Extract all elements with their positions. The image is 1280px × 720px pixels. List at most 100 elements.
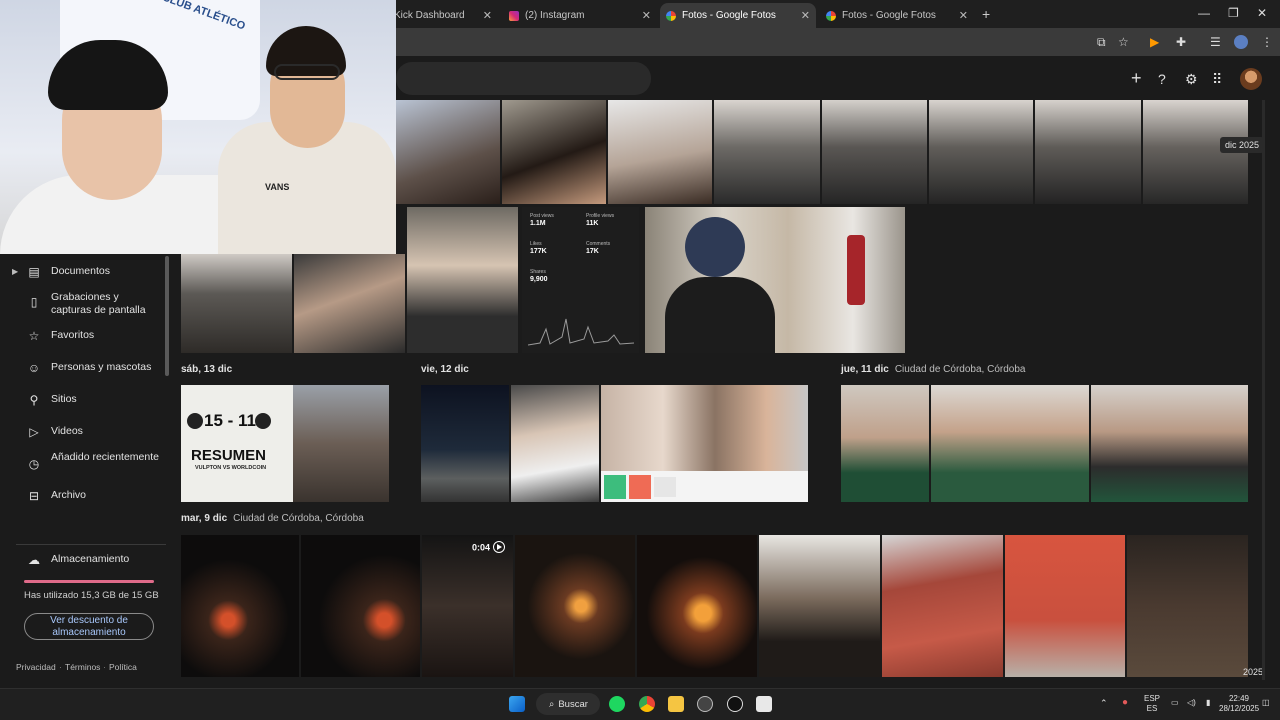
bookmark-star-icon[interactable]: ☆ — [1118, 35, 1129, 49]
section-date-label: vie, 12 dic — [421, 364, 469, 375]
cloud-icon: ☁ — [28, 553, 40, 567]
photo-thumbnail[interactable] — [421, 385, 509, 502]
photo-thumbnail[interactable] — [502, 100, 606, 204]
video-thumbnail[interactable]: 0:04 — [422, 535, 513, 677]
lang-top: ESP — [1144, 694, 1161, 703]
chevron-up-icon[interactable]: ⌃ — [1100, 698, 1108, 708]
storage-usage-text: Has utilizado 15,3 GB de 15 GB — [24, 590, 159, 601]
search-input[interactable] — [396, 62, 651, 95]
capcut-icon[interactable] — [727, 696, 743, 712]
close-tab-icon[interactable]: ✕ — [642, 9, 651, 22]
spotify-icon[interactable] — [609, 696, 625, 712]
stat-likes: Likes 177K — [530, 241, 547, 255]
grid-scrollbar[interactable] — [1262, 100, 1265, 680]
photo-thumbnail[interactable] — [822, 100, 927, 204]
photo-thumbnail[interactable] — [181, 535, 299, 677]
windows-start-icon[interactable] — [509, 696, 525, 712]
notifications-icon[interactable]: ◫ — [1262, 698, 1270, 708]
photo-thumbnail[interactable] — [601, 385, 808, 502]
apps-grid-icon[interactable]: ⠿ — [1212, 71, 1222, 88]
section-date-label: jue, 11 dic Ciudad de Córdoba, Córdoba — [841, 364, 1026, 375]
policy-link[interactable]: Política — [109, 662, 137, 672]
tab-kick-dashboard[interactable]: Kick Dashboard ✕ — [388, 3, 498, 28]
obs-icon[interactable] — [697, 696, 713, 712]
account-avatar[interactable] — [1240, 68, 1262, 90]
privacy-link[interactable]: Privacidad — [16, 662, 56, 672]
search-label: Buscar — [558, 698, 588, 710]
close-tab-icon[interactable]: ✕ — [801, 9, 810, 22]
photo-thumbnail[interactable] — [882, 535, 1003, 677]
photo-thumbnail[interactable] — [181, 254, 292, 353]
google-photos-icon — [666, 10, 676, 21]
tab-google-fotos[interactable]: Fotos - Google Fotos ✕ — [820, 3, 974, 28]
section-date-label: sáb, 13 dic — [181, 364, 233, 375]
photo-thumbnail[interactable] — [931, 385, 1089, 502]
tab-title: (2) Instagram — [525, 10, 585, 21]
face-icon: ☺ — [27, 361, 41, 375]
reading-list-icon[interactable]: ☰ — [1210, 35, 1221, 49]
settings-gear-icon[interactable]: ⚙ — [1185, 71, 1198, 88]
phone-icon: ▯ — [30, 295, 38, 309]
photo-thumbnail[interactable] — [1127, 535, 1248, 677]
photo-thumbnail[interactable] — [1005, 535, 1125, 677]
photo-thumbnail[interactable] — [301, 535, 420, 677]
document-icon: ▤ — [28, 265, 40, 279]
clock-date: 28/12/2025 — [1219, 704, 1260, 713]
photo-thumbnail[interactable] — [929, 100, 1033, 204]
photo-thumbnail[interactable] — [294, 254, 405, 353]
battery-icon[interactable]: ▮ — [1206, 698, 1210, 708]
photo-thumbnail[interactable] — [637, 535, 757, 677]
sidebar-item-label: Favoritos — [51, 329, 95, 341]
help-icon[interactable]: ? — [1158, 71, 1166, 87]
notepad-icon[interactable] — [756, 696, 772, 712]
photo-thumbnail[interactable] — [511, 385, 599, 502]
photo-thumbnail[interactable] — [1035, 100, 1141, 204]
resumen-thumbnail[interactable]: 15 - 11 RESUMEN VULPTON VS WORLDCOIN — [181, 385, 389, 502]
year-scrubber-badge: dic 2025 — [1220, 137, 1265, 153]
terms-link[interactable]: Términos — [65, 662, 100, 672]
photo-thumbnail[interactable] — [396, 100, 500, 204]
chrome-icon[interactable] — [639, 696, 655, 712]
photo-thumbnail[interactable] — [714, 100, 820, 204]
google-photos-icon — [826, 10, 836, 21]
photo-thumbnail[interactable] — [515, 535, 635, 677]
archive-icon: ⊟ — [28, 489, 40, 503]
tab-title: Fotos - Google Fotos — [842, 10, 936, 21]
restore-icon[interactable]: ❐ — [1228, 6, 1239, 20]
language-indicator[interactable]: ESP ES — [1144, 694, 1160, 714]
storage-discount-button[interactable]: Ver descuento de almacenamiento — [24, 613, 154, 640]
minimize-icon[interactable]: — — [1198, 6, 1210, 20]
extension-play-icon[interactable]: ▶ — [1150, 35, 1159, 49]
install-icon[interactable]: ⧉ — [1097, 35, 1106, 50]
photo-thumbnail[interactable] — [645, 207, 905, 353]
photo-thumbnail[interactable] — [841, 385, 929, 502]
chevron-right-icon[interactable]: ▶ — [12, 267, 18, 276]
stat-comments: Comments 17K — [586, 241, 611, 255]
plus-icon[interactable]: + — [982, 6, 990, 22]
tab-google-fotos-active[interactable]: Fotos - Google Fotos ✕ — [660, 3, 816, 28]
close-window-icon[interactable]: ✕ — [1257, 6, 1267, 20]
mic-muted-icon[interactable]: ● — [1122, 698, 1128, 708]
volume-icon[interactable]: ◁) — [1187, 698, 1196, 708]
photo-thumbnail[interactable] — [608, 100, 712, 204]
stats-line-graph — [528, 318, 634, 346]
storage-usage-bar — [24, 580, 154, 583]
photo-thumbnail[interactable] — [1091, 385, 1248, 502]
sidebar-scrollbar[interactable] — [165, 256, 169, 376]
clock[interactable]: 22:49 28/12/2025 — [1219, 694, 1259, 714]
taskbar-search[interactable]: ⌕ Buscar — [536, 693, 600, 715]
add-icon[interactable]: + — [1131, 68, 1142, 89]
search-icon: ⌕ — [549, 698, 555, 710]
menu-dots-icon[interactable]: ⋮ — [1261, 35, 1273, 49]
extensions-puzzle-icon[interactable]: ✚ — [1176, 35, 1186, 49]
network-icon[interactable]: ▭ — [1171, 698, 1179, 708]
tab-instagram[interactable]: (2) Instagram ✕ — [503, 3, 657, 28]
photo-thumbnail[interactable] — [407, 207, 518, 353]
stats-screenshot-thumbnail[interactable]: Post views 1.1M Profile views 11K Likes 177… — [522, 207, 639, 353]
profile-avatar[interactable] — [1234, 35, 1248, 49]
close-tab-icon[interactable]: ✕ — [959, 9, 968, 22]
lang-bottom: ES — [1146, 704, 1158, 713]
file-explorer-icon[interactable] — [668, 696, 684, 712]
close-tab-icon[interactable]: ✕ — [483, 9, 492, 22]
photo-thumbnail[interactable] — [759, 535, 880, 677]
